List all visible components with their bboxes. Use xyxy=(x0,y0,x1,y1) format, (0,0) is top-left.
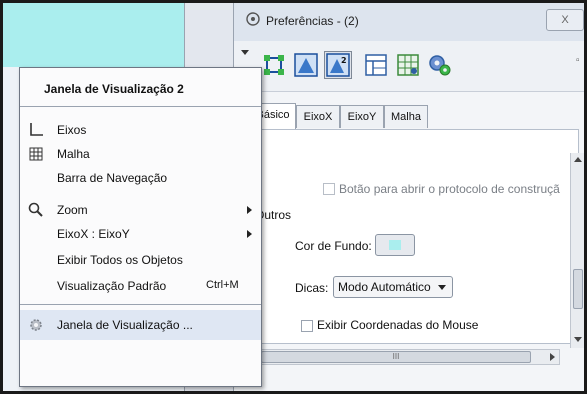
graphics-2-icon: 2 xyxy=(326,53,350,77)
axes-icon xyxy=(30,123,43,136)
nav-protocol-checkbox[interactable] xyxy=(323,183,335,195)
menu-item-eixox-eixoy[interactable]: EixoX : EixoY xyxy=(20,222,261,246)
menu-divider xyxy=(20,106,261,107)
scroll-right-icon[interactable] xyxy=(550,353,555,361)
basic-settings-panel: Botão para abrir o protocolo de construç… xyxy=(234,129,579,344)
screen-frame: Preferências - (2) X 2 ▫ Básico EixoX Ei… xyxy=(0,0,587,394)
menu-item-janela-visualizacao[interactable]: Janela de Visualização ... xyxy=(20,310,261,340)
graphics-icon xyxy=(264,55,284,75)
close-button[interactable]: X xyxy=(546,9,584,31)
preferences-titlebar: Preferências - (2) X xyxy=(234,3,584,42)
grid-icon xyxy=(29,147,43,161)
menu-item-visualizacao-padrao[interactable]: Visualização Padrão Ctrl+M xyxy=(20,274,261,298)
scroll-down-icon[interactable] xyxy=(574,337,582,342)
menu-item-shortcut: Ctrl+M xyxy=(206,279,239,291)
toolbar-settings-button[interactable] xyxy=(426,51,454,79)
menu-item-label: Exibir Todos os Objetos xyxy=(57,253,183,267)
mouse-coords-label: Exibir Coordenadas do Mouse xyxy=(317,318,479,332)
tab-eixoy[interactable]: EixoY xyxy=(340,105,384,128)
toolbar-graphics-view-button[interactable] xyxy=(292,51,320,79)
background-color-swatch xyxy=(389,240,401,250)
menu-item-label: Malha xyxy=(57,147,90,161)
tab-eixox[interactable]: EixoX xyxy=(296,105,340,128)
preferences-title: Preferências - (2) xyxy=(266,14,359,28)
graphics-view-icon xyxy=(294,53,318,77)
toolbar-algebra-button[interactable] xyxy=(362,51,390,79)
svg-text:2: 2 xyxy=(341,56,347,65)
toolbar-graphics-button[interactable] xyxy=(260,51,288,79)
background-color-button[interactable] xyxy=(375,234,415,256)
menu-item-barra-navegacao[interactable]: Barra de Navegação xyxy=(20,166,261,190)
chevron-down-icon xyxy=(438,285,446,290)
vertical-scrollbar[interactable] xyxy=(570,153,584,348)
grid-icon xyxy=(397,54,419,76)
menu-item-zoom[interactable]: Zoom xyxy=(20,198,261,222)
preferences-icon xyxy=(246,12,260,26)
mouse-coords-checkbox[interactable] xyxy=(301,320,313,332)
magnifier-icon xyxy=(28,202,43,217)
graphics-view-background xyxy=(3,3,184,67)
algebra-icon xyxy=(365,54,387,76)
tab-malha[interactable]: Malha xyxy=(384,105,428,128)
submenu-arrow-icon xyxy=(247,230,252,238)
close-icon: X xyxy=(561,14,569,26)
toolbar-grip-icon[interactable]: ▫ xyxy=(576,55,580,66)
horizontal-scrollbar[interactable]: III xyxy=(250,349,560,365)
submenu-arrow-icon xyxy=(247,206,252,214)
nav-protocol-label: Botão para abrir o protocolo de construç… xyxy=(339,182,560,196)
menu-item-malha[interactable]: Malha xyxy=(20,142,261,166)
tooltips-label: Dicas: xyxy=(295,281,329,295)
settings-icon xyxy=(429,55,451,76)
horizontal-scroll-thumb[interactable]: III xyxy=(261,351,531,363)
menu-item-label: Zoom xyxy=(57,203,88,217)
menu-item-label: Barra de Navegação xyxy=(57,171,168,185)
vertical-scroll-thumb[interactable] xyxy=(573,269,583,309)
menu-title: Janela de Visualização 2 xyxy=(44,82,184,96)
toolbar-graphics-2-button[interactable]: 2 xyxy=(324,51,352,79)
menu-item-label: EixoX : EixoY xyxy=(57,227,130,241)
menu-item-label: Janela de Visualização ... xyxy=(57,318,193,332)
menu-item-label: Visualização Padrão xyxy=(57,279,167,293)
background-color-label: Cor de Fundo: xyxy=(295,239,372,253)
toolbar-grid-button[interactable] xyxy=(394,51,422,79)
menu-item-eixos[interactable]: Eixos xyxy=(20,118,261,142)
scroll-up-icon[interactable] xyxy=(574,157,582,162)
menu-divider xyxy=(20,304,261,305)
dropdown-arrow-icon[interactable] xyxy=(240,47,250,57)
gear-icon xyxy=(30,319,42,331)
tooltips-value: Modo Automático xyxy=(338,280,431,294)
menu-item-exibir-todos[interactable]: Exibir Todos os Objetos xyxy=(20,248,261,272)
graphics-view-context-menu: Janela de Visualização 2 Eixos Malha Bar… xyxy=(19,67,262,387)
preferences-toolbar: 2 ▫ xyxy=(234,41,584,92)
preferences-tabs: Básico EixoX EixoY Malha xyxy=(234,103,584,129)
menu-item-label: Eixos xyxy=(57,123,87,137)
tooltips-select[interactable]: Modo Automático xyxy=(333,276,453,298)
preferences-window: Preferências - (2) X 2 ▫ Básico EixoX Ei… xyxy=(234,3,584,391)
